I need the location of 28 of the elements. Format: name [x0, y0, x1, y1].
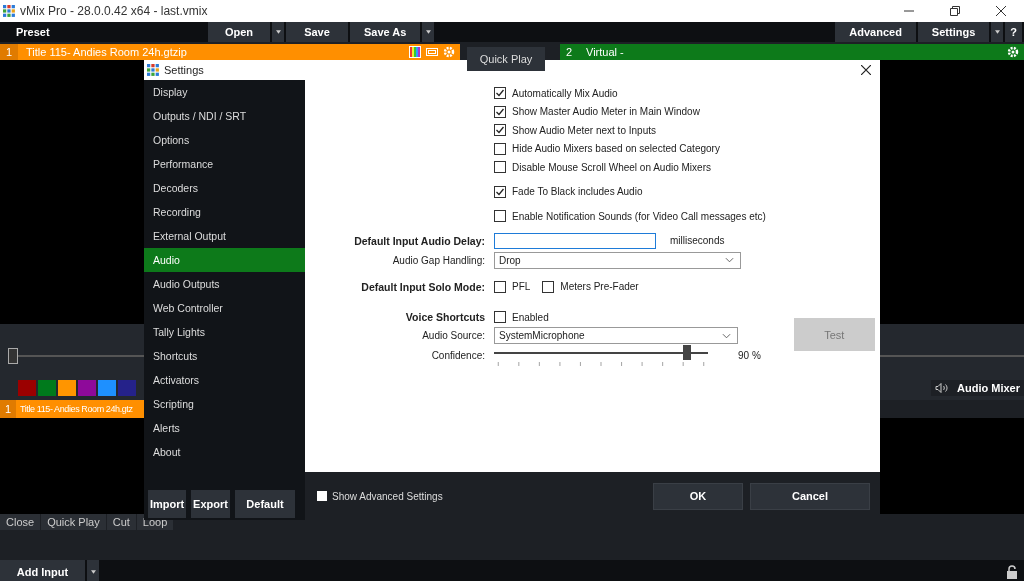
unit-label: milliseconds: [670, 235, 725, 247]
input-title: Title 115- Andies Room 24h.gtz: [19, 404, 133, 414]
field-label: Audio Source:: [421, 330, 485, 342]
checkbox-label: Enable Notification Sounds (for Video Call messages etc): [512, 210, 766, 222]
checkbox-label: Hide Audio Mixers based on selected Category: [512, 143, 720, 155]
checkbox-label: PFL: [512, 281, 531, 293]
field-label: Audio Gap Handling:: [391, 254, 485, 266]
dialog-title: Settings: [164, 64, 204, 76]
preview-title: Title 115- Andies Room 24h.gtzip: [25, 46, 187, 58]
field-label: Default Input Solo Mode:: [360, 280, 485, 293]
field-label: Confidence:: [430, 350, 485, 361]
window-title: vMix Pro - 28.0.0.42 x64 - last.vmix: [20, 4, 208, 18]
checkbox-label: Show Master Audio Meter in Main Window: [512, 106, 700, 118]
checkbox-label: Automatically Mix Audio: [512, 87, 618, 99]
confidence-value: 90 %: [738, 350, 761, 361]
checkbox-label: Show Audio Meter next to Inputs: [512, 124, 656, 136]
input-number: 1: [0, 400, 16, 418]
preset-label: Preset: [15, 25, 51, 40]
checkbox-label: Fade To Black includes Audio: [512, 186, 643, 198]
checkbox-label: Meters Pre-Fader: [560, 281, 639, 293]
checkbox-label: Enabled: [512, 311, 549, 323]
output-title: Virtual -: [585, 46, 624, 58]
section-label: Voice Shortcuts: [404, 311, 485, 324]
input-number: 1: [0, 44, 18, 60]
field-label: Default Input Audio Delay:: [353, 234, 485, 247]
checkbox-label: Show Advanced Settings: [332, 490, 443, 502]
input-number: 2: [564, 46, 574, 58]
checkbox-label: Disable Mouse Scroll Wheel on Audio Mixers: [512, 161, 711, 173]
